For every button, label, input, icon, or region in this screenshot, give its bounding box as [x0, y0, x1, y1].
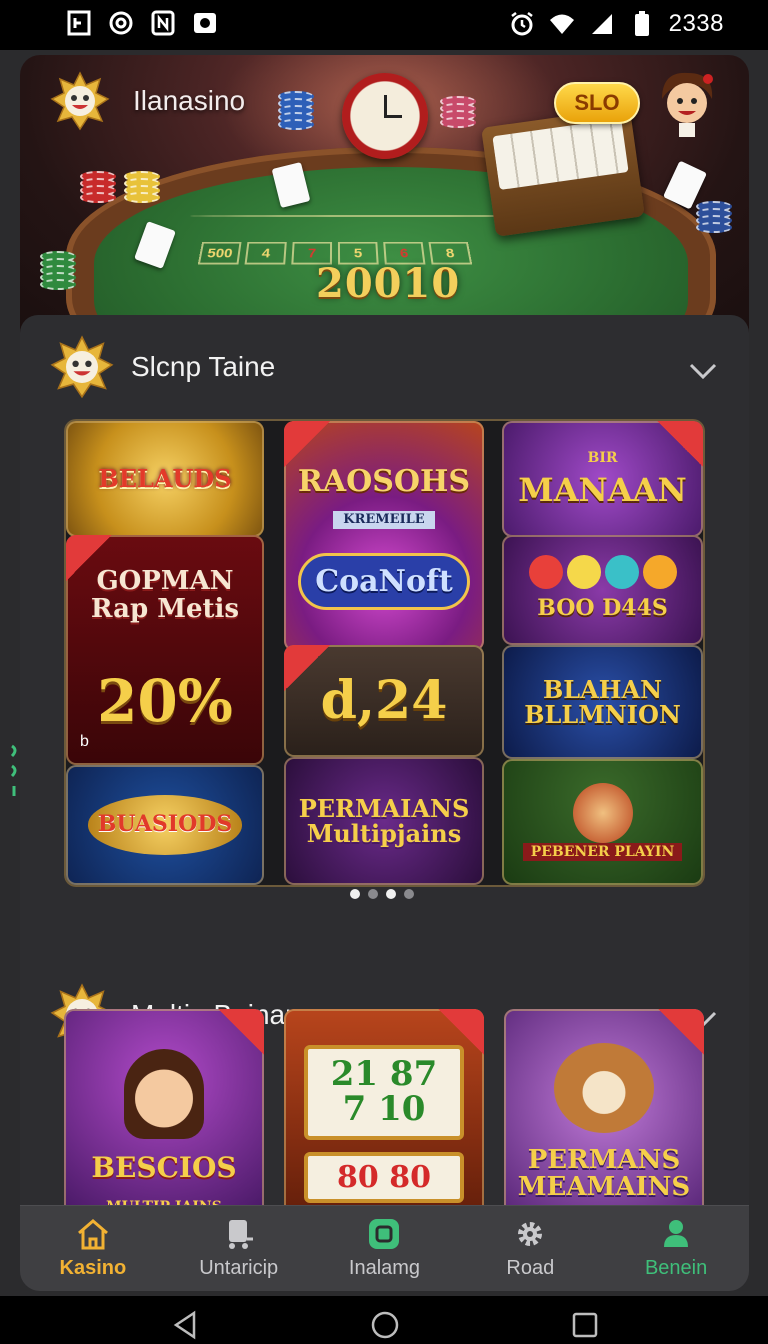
- roulette-clock-icon: [342, 73, 428, 159]
- game-tile-d24[interactable]: d,24: [284, 645, 484, 757]
- wifi-icon: [549, 11, 575, 37]
- edge-indicator-icon: [10, 744, 17, 796]
- sim-icon: [66, 10, 92, 36]
- nav-item-untaricip[interactable]: Untaricip: [166, 1206, 312, 1291]
- screen: 2338 500 4 7 5 6 8 20010 Ilanasino SLO S…: [0, 0, 768, 1344]
- target-icon: [108, 10, 134, 36]
- gear-icon: [518, 1222, 543, 1246]
- game-tile-pebener[interactable]: PEBENER PLAYIN: [502, 759, 703, 885]
- game-tile-blahan[interactable]: BLAHAN BLLMNION: [502, 645, 703, 759]
- chip-stack-icon: [80, 171, 116, 203]
- person-icon: [664, 1220, 689, 1247]
- nav-item-kasino[interactable]: Kasino: [20, 1206, 166, 1291]
- chip-stack-icon: [124, 171, 160, 203]
- carousel-dot[interactable]: [368, 889, 378, 899]
- carousel-dot[interactable]: [350, 889, 360, 899]
- game-tile-gopman[interactable]: GOPMAN Rap Metis 20% b: [66, 535, 264, 765]
- back-icon[interactable]: [170, 1310, 200, 1340]
- hero-banner[interactable]: 500 4 7 5 6 8 20010 Ilanasino SLO: [20, 55, 749, 335]
- app-container: 500 4 7 5 6 8 20010 Ilanasino SLO Slcnp …: [20, 55, 749, 1291]
- game-tile-belauds[interactable]: BELAUDS: [66, 421, 264, 537]
- status-bar: 2338: [0, 0, 768, 50]
- image-icon: [192, 10, 218, 36]
- mascot-icon: [572, 782, 633, 843]
- bottom-navigation: Kasino Untaricip Inalamg Road Benein: [20, 1205, 749, 1291]
- sun-mascot-logo-icon: [50, 335, 114, 399]
- carousel-dot[interactable]: [404, 889, 414, 899]
- game-tile-manaan[interactable]: BIR MANAAN: [502, 421, 703, 537]
- nav-item-benein[interactable]: Benein: [603, 1206, 749, 1291]
- chevron-down-icon[interactable]: [687, 355, 719, 387]
- chip-stack-icon: [696, 201, 732, 233]
- camera-icon: [369, 1219, 400, 1249]
- domino-box: [481, 107, 645, 237]
- game-tile-permaians[interactable]: PERMAIANS Multipjains: [284, 757, 484, 885]
- battery-icon: [629, 11, 655, 37]
- tile-corner-label: b: [80, 733, 89, 750]
- chip-stack-icon: [40, 251, 76, 290]
- alarm-icon: [509, 11, 535, 37]
- hero-amount: 20010: [316, 260, 461, 307]
- chip-stack-icon: [278, 91, 314, 130]
- game-tile-boo[interactable]: BOO D44S: [502, 535, 703, 645]
- clock-time: 2338: [668, 10, 724, 37]
- carousel-dots[interactable]: [350, 889, 414, 899]
- section-header[interactable]: Slcnp Taine: [50, 335, 275, 399]
- content-panel: Slcnp Taine BELAUDS GOPMAN Rap Metis 20%…: [20, 315, 749, 1291]
- carousel-dot[interactable]: [386, 889, 396, 899]
- section-title: Slcnp Taine: [131, 351, 276, 382]
- nav-item-road[interactable]: Road: [457, 1206, 603, 1291]
- bear-icon: [554, 1042, 654, 1133]
- fruit-slices-icon: [528, 555, 677, 590]
- cart-icon: [228, 1220, 253, 1249]
- home-circle-icon[interactable]: [370, 1310, 400, 1340]
- app-brand-title: Ilanasino: [133, 85, 246, 116]
- game-tile-buasiods[interactable]: BUASIODS: [66, 765, 264, 885]
- system-nav-bar: [0, 1296, 768, 1344]
- game-grid: BELAUDS GOPMAN Rap Metis 20% b BUASIODS: [64, 419, 705, 887]
- sun-mascot-logo-icon: [50, 71, 110, 131]
- recents-icon[interactable]: [570, 1310, 600, 1340]
- home-icon: [77, 1219, 108, 1250]
- mascot-avatar[interactable]: [654, 69, 720, 139]
- signal-icon: [589, 11, 615, 37]
- slo-badge-button[interactable]: SLO: [554, 82, 640, 124]
- nfc-icon: [150, 10, 176, 36]
- game-tile-raosohs[interactable]: RAOSOHS KREMEILE CoaNoft: [284, 421, 484, 651]
- character-icon: [123, 1048, 204, 1139]
- nav-item-inalamg[interactable]: Inalamg: [312, 1206, 458, 1291]
- chip-stack-icon: [440, 96, 476, 128]
